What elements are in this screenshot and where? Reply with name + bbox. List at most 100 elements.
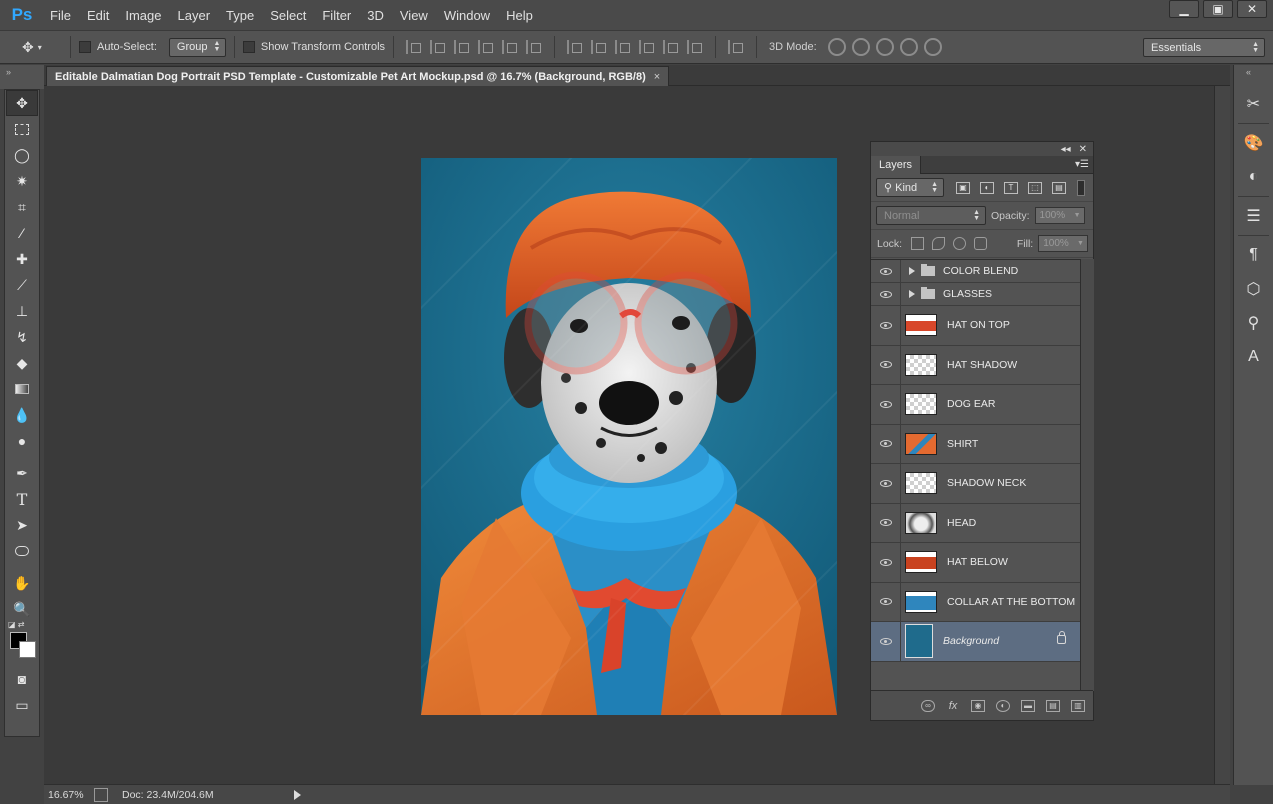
properties-panel-icon[interactable]: ☰ <box>1239 201 1269 231</box>
shape-tool-icon[interactable] <box>6 538 38 564</box>
layer-head[interactable]: HEAD <box>871 503 1080 543</box>
visibility-toggle[interactable] <box>871 283 901 305</box>
menu-file[interactable]: File <box>42 8 79 23</box>
layer-style-icon[interactable]: fx <box>946 700 960 712</box>
align-top-icon[interactable] <box>406 40 422 54</box>
collapse-icon[interactable]: » <box>6 67 11 77</box>
brush-tool-icon[interactable]: ⟋ <box>6 272 38 298</box>
vertical-scrollbar[interactable] <box>1214 86 1230 784</box>
panel-menu-icon[interactable]: ▾☰ <box>1075 159 1089 170</box>
eyedropper-tool-icon[interactable]: ⁄ <box>6 220 38 246</box>
tab-layers[interactable]: Layers <box>871 156 922 174</box>
menu-3d[interactable]: 3D <box>359 8 392 23</box>
new-layer-icon[interactable]: ▤ <box>1046 699 1060 712</box>
layers-scrollbar[interactable] <box>1080 259 1094 691</box>
add-mask-icon[interactable]: ◉ <box>971 699 985 712</box>
opacity-field[interactable]: 100% ▼ <box>1034 207 1085 224</box>
visibility-toggle[interactable] <box>871 424 901 463</box>
expand-panels-icon[interactable]: « <box>1246 67 1251 77</box>
menu-select[interactable]: Select <box>262 8 314 23</box>
brush-panel-icon[interactable]: ⚲ <box>1239 308 1269 338</box>
checkbox-box[interactable] <box>79 41 91 53</box>
align-left-icon[interactable] <box>478 40 494 54</box>
close-icon[interactable]: ✕ <box>1237 0 1267 18</box>
layer-group-color-blend[interactable]: COLOR BLEND <box>871 260 1080 283</box>
menu-help[interactable]: Help <box>498 8 541 23</box>
distribute-bottom-icon[interactable] <box>615 40 631 54</box>
menu-type[interactable]: Type <box>218 8 262 23</box>
align-bottom-icon[interactable] <box>454 40 470 54</box>
show-transform-checkbox[interactable]: Show Transform Controls <box>242 41 385 53</box>
3d-scale-icon[interactable] <box>923 38 942 56</box>
expand-group-icon[interactable] <box>909 267 915 275</box>
layer-dog-ear[interactable]: DOG EAR <box>871 385 1080 425</box>
auto-select-target-select[interactable]: Group ▲ ▼ <box>168 37 226 57</box>
checkbox-box[interactable] <box>242 41 255 53</box>
pen-tool-icon[interactable]: ✒ <box>6 460 38 486</box>
eraser-tool-icon[interactable]: ◆ <box>6 350 38 376</box>
menu-window[interactable]: Window <box>436 8 498 23</box>
document-tab[interactable]: Editable Dalmatian Dog Portrait PSD Temp… <box>46 66 670 86</box>
close-tab-icon[interactable]: × <box>654 71 660 83</box>
crop-tool-icon[interactable]: ⌗ <box>6 194 38 220</box>
fill-field[interactable]: 100% ▼ <box>1038 235 1088 252</box>
maximize-icon[interactable]: ▣ <box>1203 0 1233 18</box>
auto-align-icon[interactable] <box>728 40 744 54</box>
3d-panel-icon[interactable]: ⬡ <box>1239 274 1269 304</box>
screen-mode-icon[interactable]: ▭ <box>6 692 38 718</box>
filter-kind-select[interactable]: ⚲ Kind ▲ ▼ <box>876 178 944 197</box>
3d-slide-icon[interactable] <box>899 38 918 56</box>
default-colors-icon[interactable]: ◪ ⇄ <box>8 620 24 629</box>
align-right-icon[interactable] <box>526 40 542 54</box>
lock-image-icon[interactable] <box>932 237 945 250</box>
align-hcenter-icon[interactable] <box>502 40 518 54</box>
new-group-icon[interactable]: ▬ <box>1021 699 1035 712</box>
distribute-right-icon[interactable] <box>687 40 703 54</box>
filter-pixel-icon[interactable]: ▣ <box>956 181 970 194</box>
status-info-icon[interactable] <box>94 787 108 802</box>
layer-group-glasses[interactable]: GLASSES <box>871 283 1080 306</box>
move-tool-preset-icon[interactable]: ✥ ▾ <box>22 39 62 56</box>
hand-tool-icon[interactable]: ✋ <box>6 570 38 596</box>
blend-mode-select[interactable]: Normal ▲ ▼ <box>876 206 986 225</box>
history-brush-tool-icon[interactable]: ↯ <box>6 324 38 350</box>
3d-rotate-icon[interactable] <box>827 38 846 56</box>
filter-shape-icon[interactable]: ⬚ <box>1028 181 1042 194</box>
filter-type-icon[interactable]: T <box>1004 181 1018 194</box>
chevron-down-icon[interactable]: ▼ <box>1074 212 1081 219</box>
layer-hat-shadow[interactable]: HAT SHADOW <box>871 345 1080 385</box>
tools-presets-icon[interactable]: ✂ <box>1239 89 1269 119</box>
auto-select-checkbox[interactable]: Auto-Select: <box>79 41 157 53</box>
move-tool-icon[interactable]: ✥ <box>6 90 38 116</box>
menu-filter[interactable]: Filter <box>314 8 359 23</box>
healing-brush-tool-icon[interactable]: ✚ <box>6 246 38 272</box>
filter-smart-object-icon[interactable]: ▤ <box>1052 181 1066 194</box>
background-color-swatch[interactable] <box>19 641 36 658</box>
3d-pan-icon[interactable] <box>875 38 894 56</box>
layer-shirt[interactable]: SHIRT <box>871 424 1080 464</box>
visibility-toggle[interactable] <box>871 503 901 542</box>
align-vcenter-icon[interactable] <box>430 40 446 54</box>
visibility-toggle[interactable] <box>871 260 901 282</box>
visibility-toggle[interactable] <box>871 582 901 621</box>
lock-position-icon[interactable] <box>952 237 966 250</box>
path-selection-tool-icon[interactable]: ➤ <box>6 512 38 538</box>
menu-layer[interactable]: Layer <box>170 8 219 23</box>
quick-mask-icon[interactable]: ◙ <box>6 666 38 692</box>
visibility-toggle[interactable] <box>871 345 901 384</box>
close-panel-icon[interactable]: ✕ <box>1079 144 1087 155</box>
adjustments-panel-icon[interactable]: ◐ <box>1239 162 1269 192</box>
lock-all-icon[interactable] <box>973 237 987 250</box>
zoom-level-field[interactable]: 16.67% <box>44 789 94 801</box>
lock-transparent-icon[interactable] <box>911 237 925 250</box>
link-layers-icon[interactable]: ∞ <box>921 699 935 712</box>
layer-hat-below[interactable]: HAT BELOW <box>871 543 1080 583</box>
gradient-tool-icon[interactable] <box>6 376 38 402</box>
visibility-toggle[interactable] <box>871 385 901 424</box>
distribute-vcenter-icon[interactable] <box>591 40 607 54</box>
magic-wand-tool-icon[interactable]: ✷ <box>6 168 38 194</box>
zoom-tool-icon[interactable]: 🔍 <box>6 596 38 622</box>
character-panel-icon[interactable]: A <box>1239 342 1269 372</box>
paragraph-panel-icon[interactable]: ¶ <box>1239 240 1269 270</box>
swatches-panel-icon[interactable]: 🎨 <box>1239 128 1269 158</box>
